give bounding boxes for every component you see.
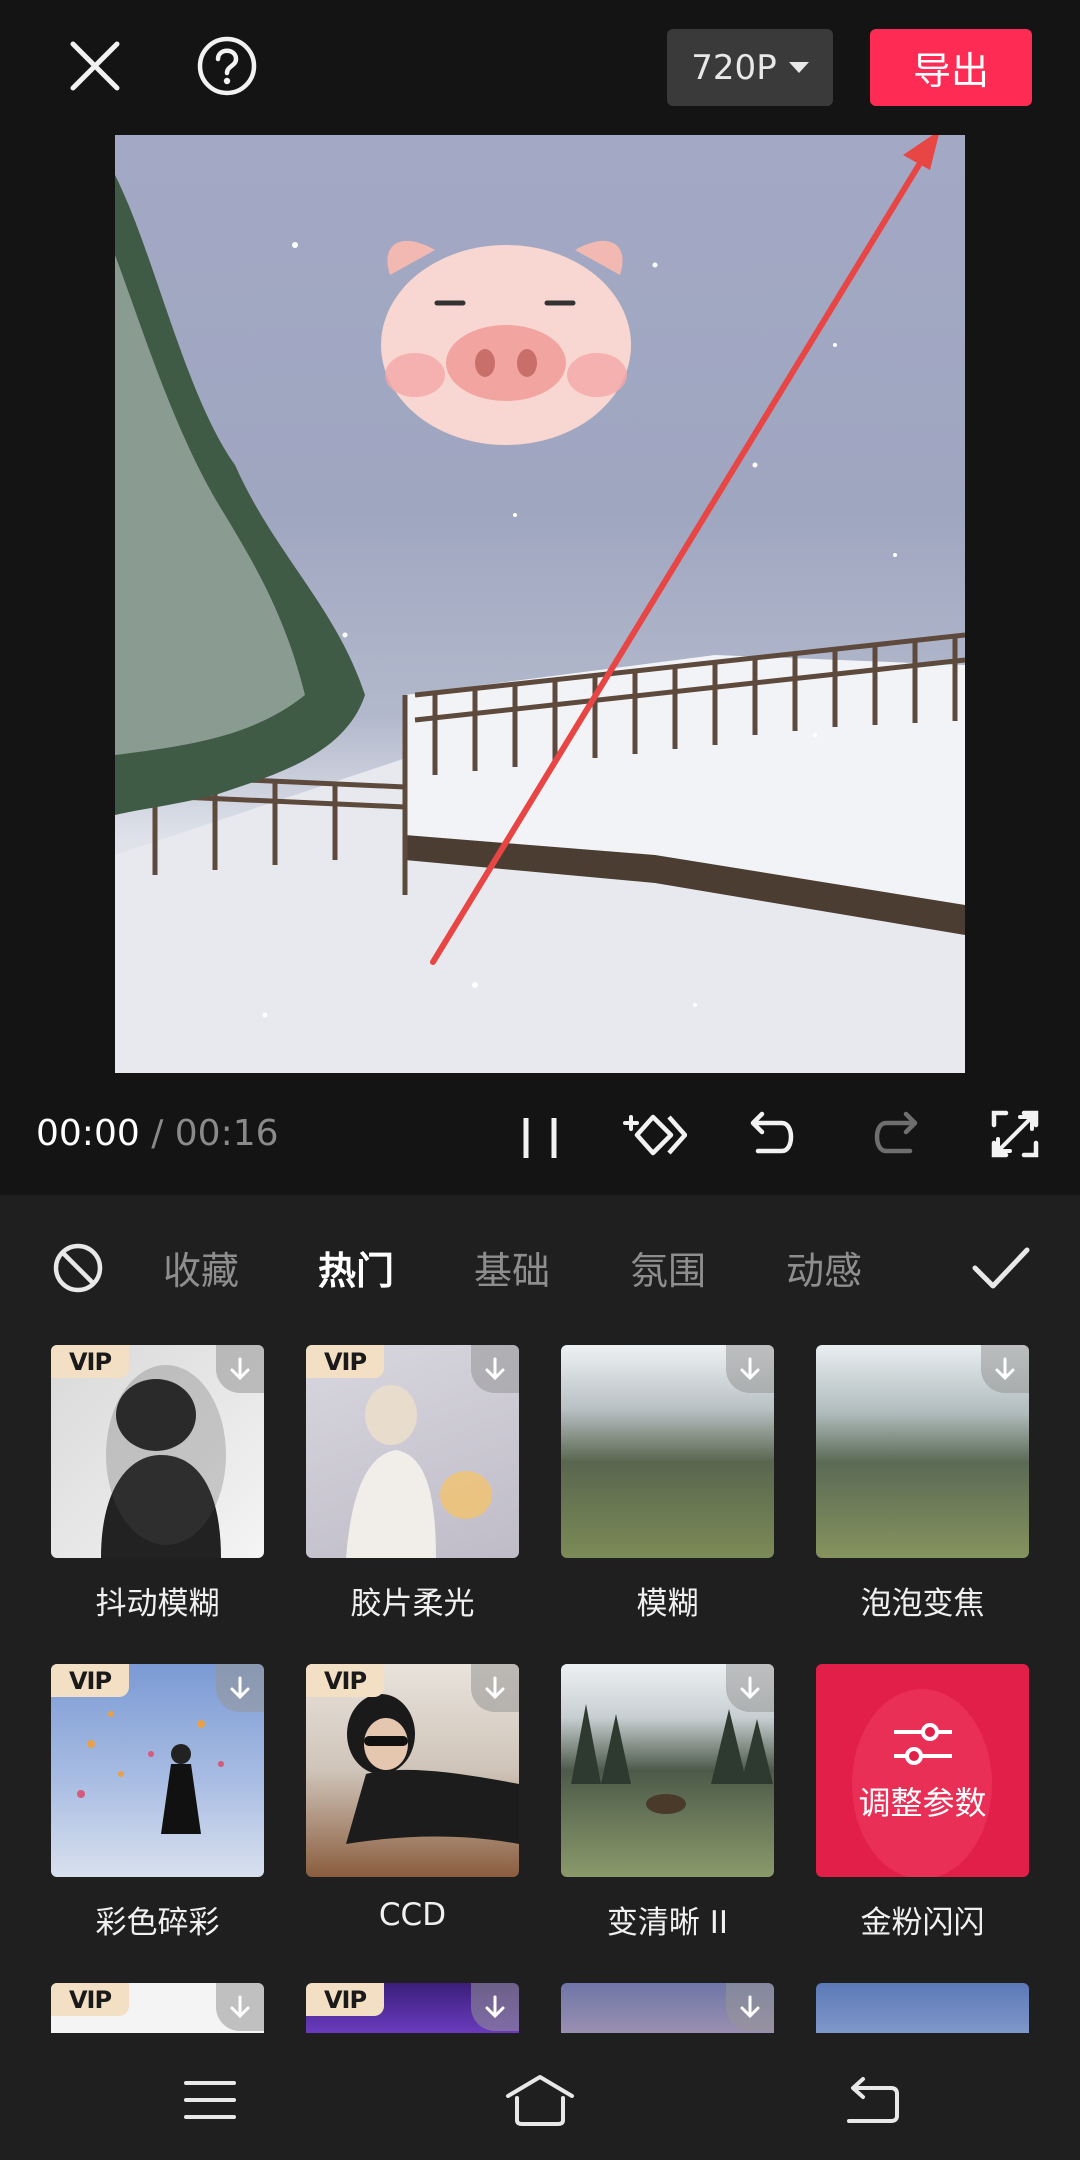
- back-icon[interactable]: [838, 2067, 904, 2133]
- adjust-params-label[interactable]: 调整参数: [816, 1778, 1029, 1824]
- export-button[interactable]: 导出: [870, 29, 1032, 106]
- undo-icon[interactable]: [743, 1104, 803, 1164]
- download-icon[interactable]: [981, 1345, 1029, 1393]
- download-icon[interactable]: [726, 1664, 774, 1712]
- effect-name: 胶片柔光: [350, 1586, 475, 1622]
- fullscreen-icon[interactable]: [983, 1102, 1047, 1166]
- no-effect-icon[interactable]: [50, 1240, 106, 1296]
- vip-badge: VIP: [306, 1345, 384, 1378]
- effect-name: 彩色碎彩: [95, 1905, 220, 1941]
- download-icon[interactable]: [216, 1664, 264, 1712]
- effect-card[interactable]: [816, 1345, 1029, 1558]
- vip-badge: VIP: [51, 1664, 129, 1697]
- tab-favorites[interactable]: 收藏: [163, 1240, 239, 1295]
- video-preview[interactable]: [115, 135, 965, 1073]
- current-time: 00:00: [36, 1113, 140, 1154]
- effect-card[interactable]: VIP: [306, 1345, 519, 1558]
- resolution-label: 720P: [691, 47, 777, 88]
- caret-down-icon: [788, 61, 809, 73]
- effect-card[interactable]: VIP: [306, 1983, 519, 2033]
- menu-icon[interactable]: [180, 2070, 240, 2130]
- time-separator: /: [139, 1113, 175, 1154]
- preview-scene: [115, 135, 965, 1073]
- effect-card-selected[interactable]: 调整参数: [816, 1664, 1029, 1877]
- vip-badge: VIP: [306, 1983, 384, 2016]
- effect-card[interactable]: VIP: [51, 1983, 264, 2033]
- effect-name: 泡泡变焦: [860, 1586, 985, 1622]
- effect-card[interactable]: VIP: [51, 1664, 264, 1877]
- effect-card[interactable]: VIP: [306, 1664, 519, 1877]
- export-label: 导出: [912, 49, 989, 93]
- effect-name: 抖动模糊: [95, 1586, 220, 1622]
- effect-name: 模糊: [636, 1586, 699, 1622]
- effect-name: 金粉闪闪: [860, 1905, 985, 1941]
- pig-sticker[interactable]: [381, 240, 631, 445]
- add-keyframe-icon[interactable]: [622, 1102, 688, 1168]
- download-icon[interactable]: [216, 1345, 264, 1393]
- download-icon[interactable]: [471, 1664, 519, 1712]
- sliders-icon: [816, 1722, 1029, 1768]
- download-icon[interactable]: [726, 1983, 774, 2031]
- download-icon[interactable]: [726, 1345, 774, 1393]
- redo-icon[interactable]: [865, 1104, 925, 1164]
- home-icon[interactable]: [505, 2065, 575, 2135]
- resolution-dropdown[interactable]: 720P: [667, 29, 833, 106]
- total-time: 00:16: [174, 1113, 279, 1154]
- effect-card[interactable]: [561, 1664, 774, 1877]
- pause-icon[interactable]: [510, 1108, 570, 1168]
- tab-dynamic[interactable]: 动感: [786, 1240, 862, 1295]
- tab-atmosphere[interactable]: 氛围: [630, 1240, 706, 1295]
- effect-card[interactable]: [816, 1983, 1029, 2033]
- confirm-check-icon[interactable]: [968, 1240, 1034, 1296]
- vip-badge: VIP: [51, 1345, 129, 1378]
- effect-card[interactable]: [561, 1983, 774, 2033]
- effect-thumbnail: [852, 1689, 992, 1877]
- download-icon[interactable]: [216, 1983, 264, 2031]
- tab-basic[interactable]: 基础: [474, 1240, 550, 1295]
- effect-name: 变清晰 II: [606, 1905, 729, 1941]
- playback-time: 00:00 / 00:16: [36, 1113, 279, 1154]
- download-icon[interactable]: [471, 1345, 519, 1393]
- close-icon[interactable]: [62, 33, 128, 99]
- tab-popular[interactable]: 热门: [318, 1240, 394, 1295]
- effect-card[interactable]: [561, 1345, 774, 1558]
- vip-badge: VIP: [51, 1983, 129, 2016]
- effect-name: CCD: [378, 1897, 447, 1933]
- effect-card[interactable]: VIP: [51, 1345, 264, 1558]
- vip-badge: VIP: [306, 1664, 384, 1697]
- download-icon[interactable]: [471, 1983, 519, 2031]
- help-icon[interactable]: [194, 33, 260, 99]
